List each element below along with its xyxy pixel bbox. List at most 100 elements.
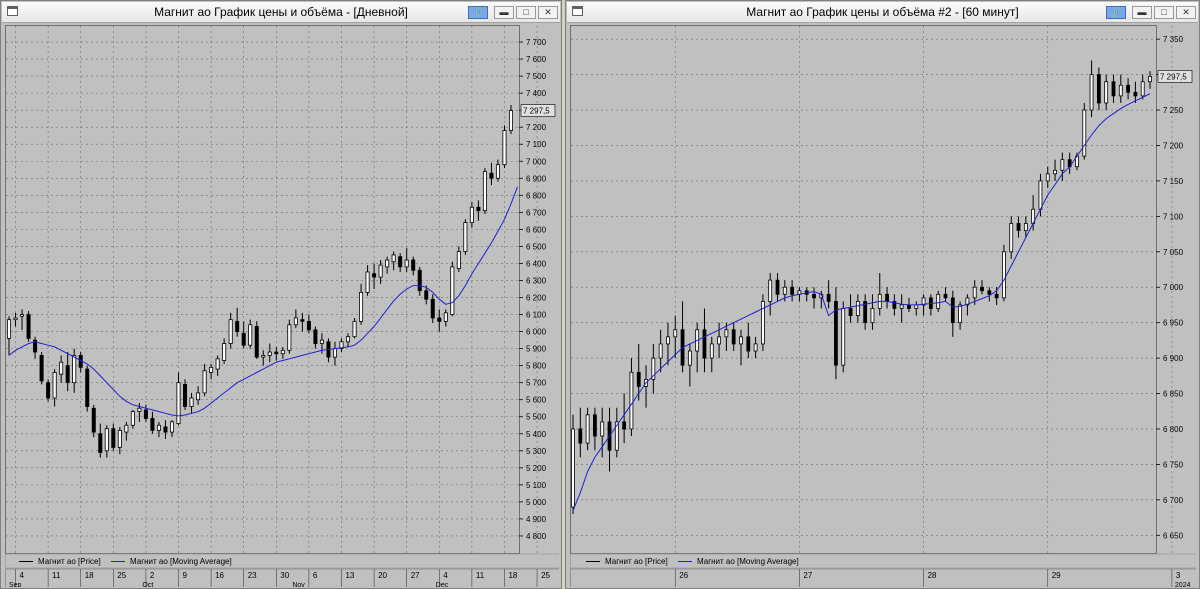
candle-body	[65, 365, 70, 384]
link-icon[interactable]: 🔗	[468, 6, 488, 19]
candle-body	[1104, 81, 1109, 104]
candle-body	[1133, 91, 1138, 97]
x-day-label: 26	[679, 571, 688, 580]
x-axis	[570, 568, 1196, 587]
y-tick-label: 7 000	[526, 157, 547, 166]
y-tick-label: 7 200	[1163, 141, 1184, 150]
hourly-chart-window: Магнит ао График цены и объёма #2 - [60 …	[565, 0, 1200, 589]
candle-body	[600, 421, 605, 437]
y-tick-label: 5 100	[526, 481, 547, 490]
candle-body	[280, 349, 285, 355]
y-tick-label: 7 400	[526, 89, 547, 98]
candle-body	[98, 433, 103, 453]
candle-body	[411, 259, 416, 271]
y-tick-label: 7 350	[1163, 35, 1184, 44]
y-tick-label: 5 900	[526, 345, 547, 354]
candle-body	[59, 361, 64, 375]
candle-body	[914, 304, 919, 309]
x-day-label: 4	[20, 571, 25, 580]
hourly-price-chart[interactable]: 6 650 6 700 6 750 6 800 6 850 6 900 6 950 7 000…	[570, 25, 1196, 587]
titlebar[interactable]: Магнит ао График цены и объёма - [Дневно…	[2, 2, 560, 23]
candle-body	[782, 286, 787, 295]
candle-body	[841, 308, 846, 366]
x-day-label: 9	[183, 571, 188, 580]
candle-body	[183, 383, 188, 407]
y-tick-label: 7 100	[526, 140, 547, 149]
candle-body	[848, 308, 853, 316]
candle-body	[241, 332, 246, 346]
candle-body	[306, 320, 311, 331]
x-day-label: 29	[1052, 571, 1061, 580]
y-tick-label: 5 400	[526, 430, 547, 439]
candle-body	[753, 343, 758, 352]
y-tick-label: 5 700	[526, 379, 547, 388]
minimize-button[interactable]: ▬	[1132, 6, 1152, 19]
y-tick-label: 6 200	[526, 294, 547, 303]
y-tick-label: 7 100	[1163, 212, 1184, 221]
candle-body	[169, 421, 174, 433]
legend-item-ma: Магнит ао [Moving Average]	[678, 557, 799, 566]
candle-body	[571, 428, 575, 508]
candle-body	[261, 355, 266, 358]
maximize-button[interactable]: □	[1154, 6, 1174, 19]
candle-body	[658, 343, 663, 359]
y-tick-label: 6 800	[1163, 425, 1184, 434]
candle-body	[1016, 223, 1021, 231]
candle	[463, 219, 468, 255]
x-day-label: 18	[85, 571, 94, 580]
candle-body	[143, 409, 148, 419]
y-tick-label: 6 900	[1163, 354, 1184, 363]
candle-body	[1002, 251, 1006, 299]
daily-price-chart[interactable]: 4 800 4 900 5 000 5 100 5 200 5 300 5 400 5 500…	[5, 25, 559, 587]
candle	[91, 404, 96, 438]
candle-body	[636, 371, 641, 387]
candle	[85, 365, 90, 412]
candle-body	[398, 256, 403, 268]
candle-body	[313, 329, 318, 344]
candle	[450, 261, 455, 317]
candle-body	[424, 290, 429, 300]
candle-body	[622, 421, 627, 430]
candle-body	[137, 407, 142, 413]
x-day-label: 13	[345, 571, 354, 580]
candle-body	[666, 336, 670, 345]
candle-body	[346, 336, 351, 343]
candle-body	[378, 264, 383, 278]
candle-body	[950, 297, 955, 324]
y-tick-label: 5 000	[526, 498, 547, 507]
candle-body	[443, 312, 448, 322]
candle-body	[1118, 84, 1123, 97]
candle-body	[994, 293, 999, 299]
y-tick-label: 6 650	[1163, 531, 1184, 540]
legend-item-ma: Магнит ао [Moving Average]	[111, 557, 232, 566]
candle-body	[578, 428, 583, 444]
minimize-button[interactable]: ▬	[494, 6, 514, 19]
y-tick-label: 6 950	[1163, 319, 1184, 328]
x-month-label: Oct	[142, 582, 153, 587]
candle-body	[724, 329, 729, 338]
close-button[interactable]: ✕	[538, 6, 558, 19]
candle-body	[293, 317, 298, 326]
maximize-button[interactable]: □	[516, 6, 536, 19]
candle-body	[899, 304, 904, 309]
candle-body	[91, 407, 96, 433]
candle	[287, 319, 292, 354]
candle-body	[593, 414, 597, 437]
candle-body	[1023, 223, 1028, 231]
candle-body	[476, 206, 481, 212]
titlebar[interactable]: Магнит ао График цены и объёма #2 - [60 …	[567, 2, 1198, 23]
candle-body	[469, 206, 474, 223]
candle	[834, 287, 838, 380]
x-month-label: 2024	[1175, 582, 1191, 587]
candle-body	[235, 320, 240, 332]
candle-body	[768, 279, 773, 302]
candle-body	[1096, 74, 1101, 104]
candle-body	[404, 259, 409, 268]
legend-item-price: Магнит ао [Price]	[19, 557, 101, 566]
close-button[interactable]: ✕	[1176, 6, 1196, 19]
y-tick-label: 7 700	[526, 38, 547, 47]
candle-body	[1089, 74, 1094, 111]
candle-body	[124, 424, 129, 433]
candle-body	[687, 350, 692, 366]
link-icon[interactable]: 🔗	[1106, 6, 1126, 19]
